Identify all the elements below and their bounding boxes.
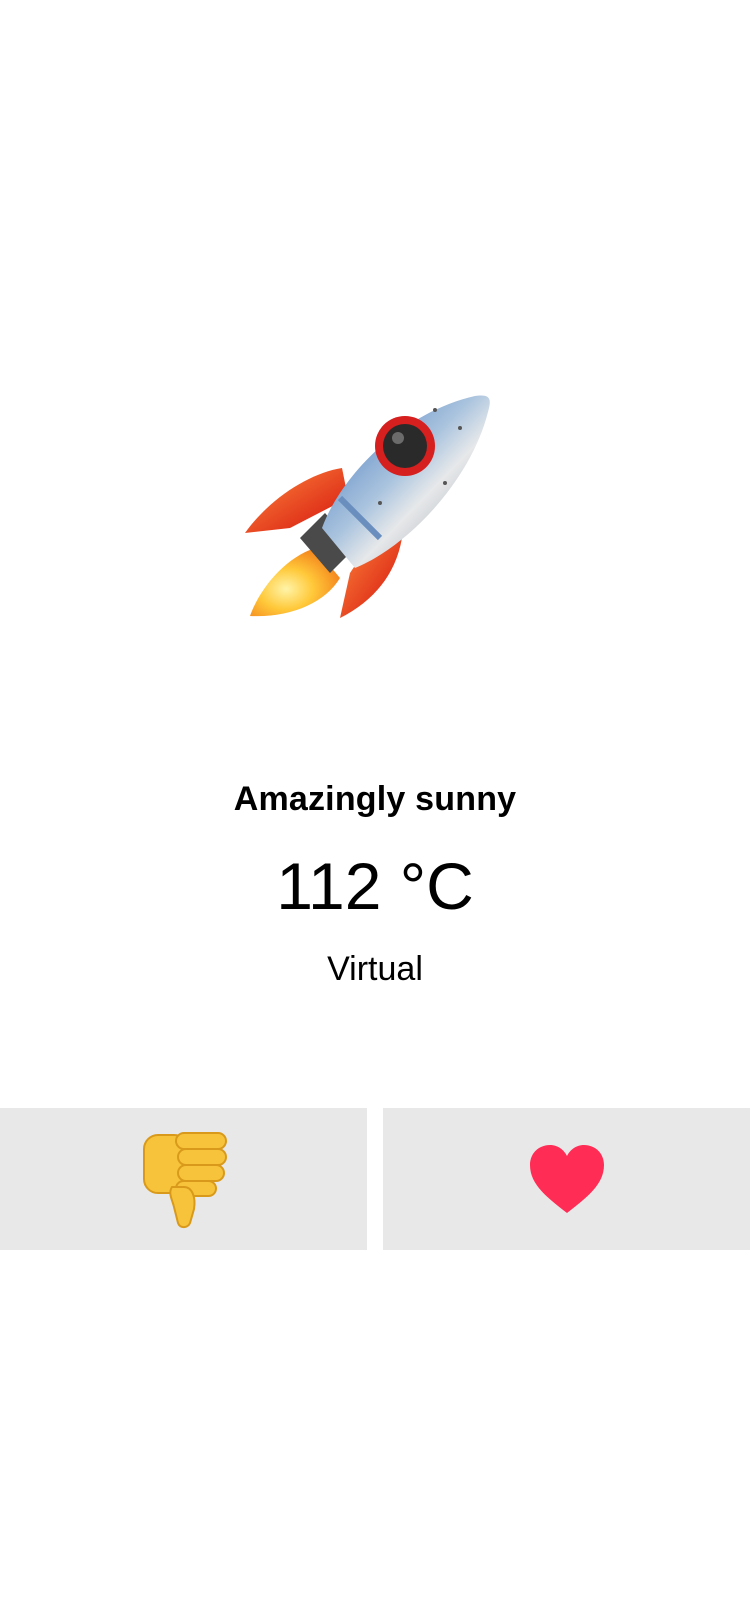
location-label: Virtual (327, 950, 423, 988)
temperature-value: 112 °C (276, 849, 474, 923)
dislike-button[interactable] (0, 1108, 367, 1250)
thumbs-down-icon (136, 1129, 232, 1229)
heart-icon (528, 1143, 606, 1215)
rocket-icon (230, 388, 510, 658)
weather-condition: Amazingly sunny (233, 780, 517, 818)
like-button[interactable] (383, 1108, 750, 1250)
